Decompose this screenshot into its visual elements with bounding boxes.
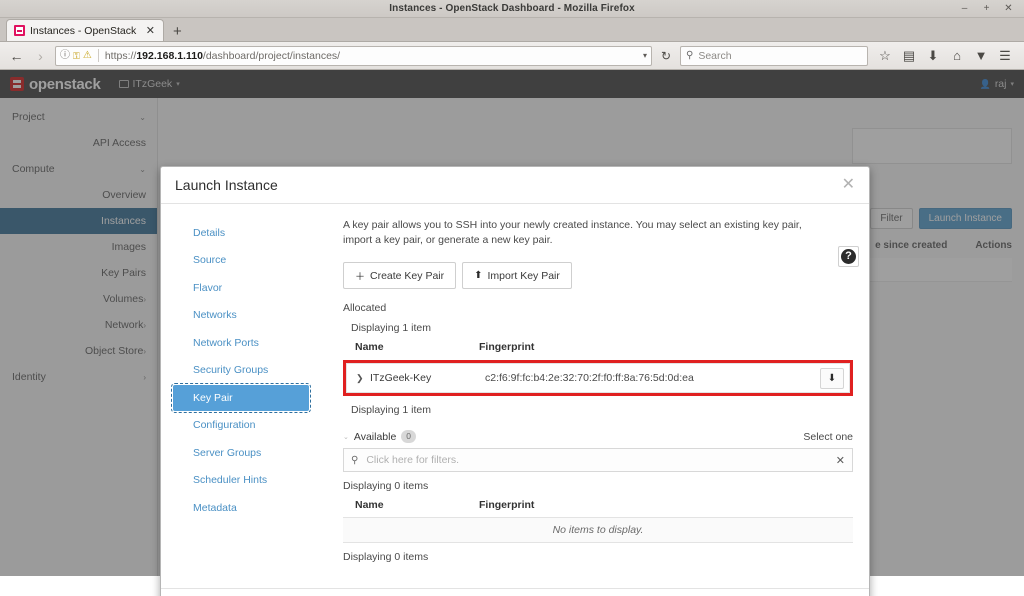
available-table: Name Fingerprint [343,499,853,517]
allocated-table: Name Fingerprint [343,341,853,359]
modal-step-scheduler-hints[interactable]: Scheduler Hints [173,467,309,493]
openstack-favicon-icon [14,25,25,36]
pocket-icon[interactable]: ▼ [969,47,993,65]
column-fingerprint: Fingerprint [479,499,853,511]
tab-label: Instances - OpenStack Das [30,25,139,37]
bookmark-star-icon[interactable]: ☆ [873,47,897,65]
home-icon[interactable]: ⌂ [945,47,969,65]
url-path: /dashboard/project/instances/ [203,50,340,62]
allocated-table-header: Name Fingerprint [343,341,853,359]
upload-icon: ⬆ [474,270,482,281]
allocated-count-top: Displaying 1 item [351,322,855,334]
help-button[interactable]: ? [838,246,859,267]
forward-icon[interactable]: › [31,47,50,65]
back-icon[interactable]: ← [7,47,26,65]
allocated-section-label: Allocated [343,302,855,314]
create-key-pair-button[interactable]: ＋ Create Key Pair [343,262,456,289]
modal-step-configuration[interactable]: Configuration [173,412,309,438]
modal-step-metadata[interactable]: Metadata [173,495,309,521]
url-status-icons: ⓘ ⚿ ⚠ [60,51,92,61]
available-count-top: Displaying 0 items [343,480,855,492]
column-name: Name [355,341,479,353]
key-pair-name: ITzGeek-Key [370,372,485,384]
available-table-header: Name Fingerprint [343,499,853,517]
available-header: ⌄ Available 0 Select one [343,430,853,443]
maximize-button[interactable]: + [981,4,992,14]
url-divider [98,49,99,62]
window-controls: – + ✕ [959,4,1024,14]
column-name: Name [355,499,479,511]
openstack-page: openstack ITzGeek ▾ 👤 raj ▾ Project⌄API … [0,70,1024,576]
search-placeholder: Search [698,50,731,62]
available-count-badge: 0 [401,430,416,443]
modal-step-security-groups[interactable]: Security Groups [173,357,309,383]
url-scheme: https:// [105,50,137,62]
import-key-pair-label: Import Key Pair [488,270,560,282]
modal-step-source[interactable]: Source [173,247,309,273]
minimize-button[interactable]: – [959,4,970,14]
search-bar[interactable]: ⚲ Search [680,46,868,66]
url-bar[interactable]: ⓘ ⚿ ⚠ https://192.168.1.110/dashboard/pr… [55,46,652,66]
close-tab-icon[interactable]: ✕ [144,24,157,37]
filter-input[interactable]: ⚲ Click here for filters. ✕ [343,448,853,472]
close-window-button[interactable]: ✕ [1003,4,1014,14]
hamburger-menu-icon[interactable]: ☰ [993,47,1017,65]
browser-titlebar: Instances - OpenStack Dashboard - Mozill… [0,0,1024,18]
search-icon: ⚲ [686,50,693,61]
warning-icon[interactable]: ⚠ [83,51,92,61]
browser-navbar: ← › ⓘ ⚿ ⚠ https://192.168.1.110/dashboar… [0,42,1024,70]
modal-header: Launch Instance ✕ [161,167,869,204]
browser-tab[interactable]: Instances - OpenStack Das ✕ [6,19,164,41]
chevron-down-icon: ⌄ [343,433,349,441]
key-pair-fingerprint: c2:f6:9f:fc:b4:2e:32:70:2f:f0:ff:8a:76:5… [485,372,820,384]
key-pair-actions: ＋ Create Key Pair ⬆ Import Key Pair [343,262,855,289]
available-label: Available [354,431,396,443]
filter-placeholder: Click here for filters. [366,454,827,466]
expand-row-icon[interactable]: ❯ [356,373,370,384]
available-toggle[interactable]: ⌄ Available 0 [343,430,416,443]
key-pair-pane: A key pair allows you to SSH into your n… [321,204,869,588]
modal-title: Launch Instance [175,177,278,193]
column-fingerprint: Fingerprint [479,341,853,353]
modal-step-nav: DetailsSourceFlavorNetworksNetwork Ports… [161,204,321,588]
search-icon: ⚲ [351,455,358,466]
available-count-bottom: Displaying 0 items [343,551,855,563]
close-modal-icon[interactable]: ✕ [842,177,855,193]
browser-toolbar-icons: ☆ ▤ ⬇ ⌂ ▼ ☰ [873,47,1017,65]
modal-step-server-groups[interactable]: Server Groups [173,440,309,466]
window-title: Instances - OpenStack Dashboard - Mozill… [0,3,1024,14]
new-tab-button[interactable]: + [164,24,191,41]
reload-icon[interactable]: ↻ [657,49,675,63]
modal-step-networks[interactable]: Networks [173,302,309,328]
empty-state-message: No items to display. [343,517,853,543]
browser-tabbar: Instances - OpenStack Das ✕ + [0,18,1024,42]
chevron-down-icon[interactable]: ▾ [639,51,647,60]
key-pair-description: A key pair allows you to SSH into your n… [343,218,825,248]
clear-filter-icon[interactable]: ✕ [836,454,845,467]
allocated-row-annotation: ❯ ITzGeek-Key c2:f6:9f:fc:b4:2e:32:70:2f… [343,360,853,396]
help-icon: ? [841,249,856,264]
launch-instance-modal: Launch Instance ✕ DetailsSourceFlavorNet… [160,166,870,596]
url-host: 192.168.1.110 [136,50,203,62]
modal-step-network-ports[interactable]: Network Ports [173,330,309,356]
table-row[interactable]: ❯ ITzGeek-Key c2:f6:9f:fc:b4:2e:32:70:2f… [346,363,850,393]
deallocate-key-pair-icon[interactable]: ⬇ [820,368,844,389]
create-key-pair-label: Create Key Pair [370,270,444,282]
modal-step-details[interactable]: Details [173,220,309,246]
downloads-icon[interactable]: ⬇ [921,47,945,65]
key-icon[interactable]: ⚿ [73,51,80,61]
modal-body: DetailsSourceFlavorNetworksNetwork Ports… [161,204,869,588]
modal-footer: ✖ Cancel ‹ Back Next › ☁ Launch Instance [161,588,869,596]
import-key-pair-button[interactable]: ⬆ Import Key Pair [462,262,572,289]
allocated-count-bottom: Displaying 1 item [351,404,855,416]
plus-icon: ＋ [355,268,365,283]
url-text: https://192.168.1.110/dashboard/project/… [105,50,635,62]
modal-step-flavor[interactable]: Flavor [173,275,309,301]
select-one-hint: Select one [803,431,853,443]
modal-step-key-pair[interactable]: Key Pair [173,385,309,411]
reader-view-icon[interactable]: ▤ [897,47,921,65]
site-info-icon[interactable]: ⓘ [60,51,70,61]
